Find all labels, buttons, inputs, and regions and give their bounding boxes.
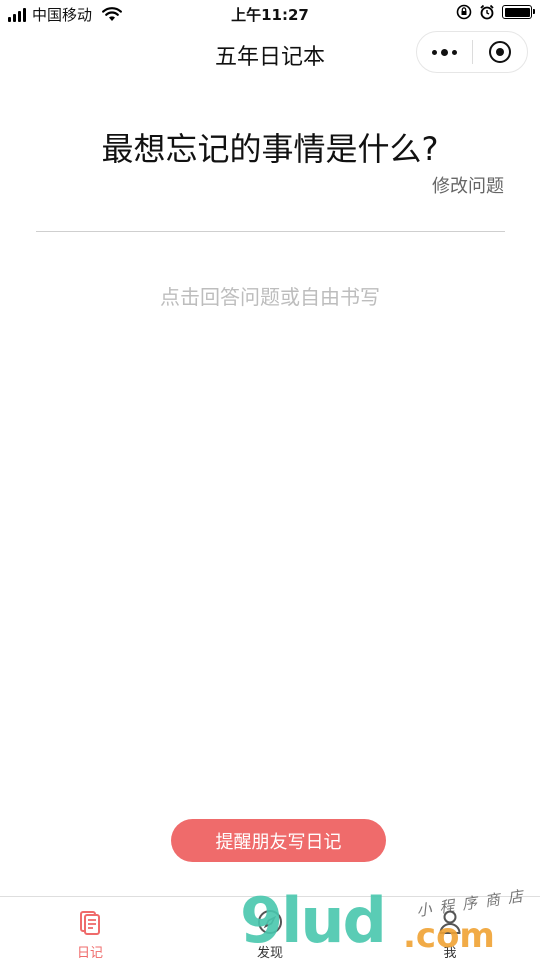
diary-icon bbox=[77, 909, 103, 935]
remind-friend-button[interactable]: 提醒朋友写日记 bbox=[171, 819, 386, 862]
battery-icon bbox=[502, 5, 535, 19]
question-divider bbox=[36, 231, 505, 232]
close-button[interactable] bbox=[473, 32, 527, 72]
tab-bar: 日记 发现 我 bbox=[0, 896, 540, 960]
nav-bar: 五年日记本 bbox=[0, 28, 540, 78]
more-button[interactable] bbox=[417, 32, 472, 72]
more-dot-right bbox=[452, 49, 457, 55]
mini-program-capsule bbox=[416, 31, 528, 73]
answer-input[interactable]: 点击回答问题或自由书写 bbox=[0, 281, 540, 310]
more-dots-icon bbox=[432, 49, 437, 55]
tab-diary-label: 日记 bbox=[76, 946, 103, 960]
tab-diary[interactable]: 日记 bbox=[0, 897, 180, 960]
compass-icon bbox=[257, 909, 283, 935]
orientation-lock-icon bbox=[456, 4, 472, 20]
user-icon bbox=[437, 909, 463, 935]
tab-me[interactable]: 我 bbox=[360, 897, 540, 960]
question-text: 最想忘记的事情是什么? bbox=[101, 130, 439, 168]
status-right bbox=[456, 4, 535, 20]
edit-question-link[interactable]: 修改问题 bbox=[432, 172, 504, 198]
tab-me-label: 我 bbox=[443, 946, 457, 960]
close-target-icon bbox=[488, 41, 511, 63]
more-dot-center bbox=[441, 48, 448, 56]
alarm-icon bbox=[480, 4, 494, 20]
tab-discover-label: 发现 bbox=[256, 946, 283, 960]
tab-discover[interactable]: 发现 bbox=[180, 897, 360, 960]
status-bar: 中国移动 上午11:27 bbox=[0, 0, 540, 28]
